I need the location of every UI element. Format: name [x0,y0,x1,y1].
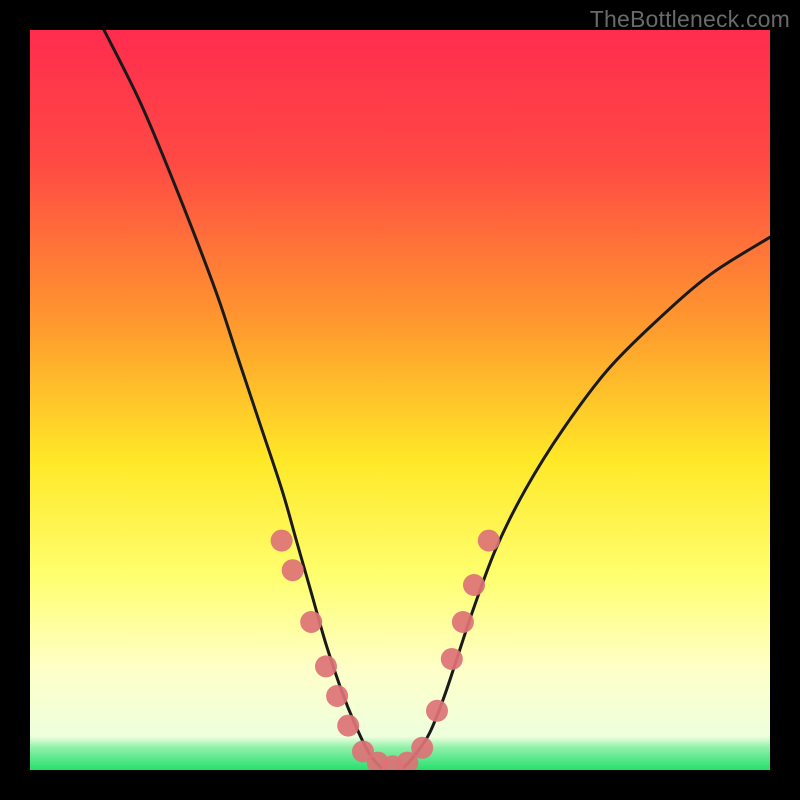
data-dot [315,655,337,677]
data-dot [300,611,322,633]
watermark-text: TheBottleneck.com [590,6,790,33]
chart-frame: TheBottleneck.com [0,0,800,800]
data-dot [441,648,463,670]
plot-area [30,30,770,770]
data-dot [282,559,304,581]
data-dot [337,715,359,737]
data-dot [452,611,474,633]
data-dot [426,700,448,722]
data-dot [411,737,433,759]
data-dot [271,530,293,552]
data-dot [478,530,500,552]
curve-layer [30,30,770,770]
data-dot [463,574,485,596]
bottleneck-curve [104,30,770,770]
data-dot [326,685,348,707]
